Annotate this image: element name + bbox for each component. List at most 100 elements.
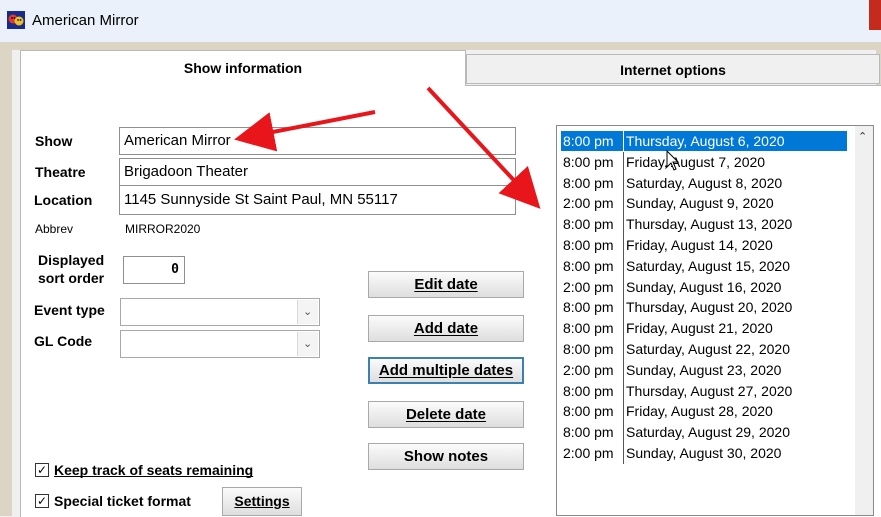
- gl-code-dropdown-button[interactable]: ⌄: [297, 332, 318, 356]
- list-item-date: Sunday, August 16, 2020: [626, 278, 782, 295]
- list-item[interactable]: 2:00 pm Sunday, August 23, 2020: [561, 359, 847, 381]
- event-type-label: Event type: [34, 302, 105, 318]
- list-item[interactable]: 8:00 pm Friday, August 14, 2020: [561, 235, 847, 256]
- list-item-date: Sunday, August 9, 2020: [626, 195, 774, 212]
- event-type-dropdown[interactable]: ⌄: [120, 298, 320, 326]
- list-item[interactable]: 8:00 pm Friday, August 7, 2020: [561, 151, 847, 173]
- list-item-date: Thursday, August 13, 2020: [626, 216, 793, 233]
- check-icon: ✓: [36, 494, 48, 508]
- dates-list-scrollbar[interactable]: ⌃: [855, 126, 873, 515]
- list-item-date: Friday, August 28, 2020: [626, 403, 773, 420]
- special-ticket-label[interactable]: Special ticket format: [54, 493, 191, 509]
- title-bar: American Mirror: [0, 0, 881, 43]
- list-item-time: 2:00 pm: [563, 195, 614, 212]
- column-separator: [623, 235, 624, 256]
- list-item[interactable]: 8:00 pm Saturday, August 29, 2020: [561, 422, 847, 444]
- gl-code-label: GL Code: [34, 333, 93, 349]
- abbrev-value: MIRROR2020: [125, 222, 201, 236]
- column-separator: [623, 214, 624, 236]
- event-type-dropdown-button[interactable]: ⌄: [297, 300, 318, 324]
- list-item-time: 8:00 pm: [563, 403, 614, 420]
- list-item[interactable]: 2:00 pm Sunday, August 30, 2020: [561, 443, 847, 464]
- column-separator: [623, 380, 624, 402]
- keep-track-label[interactable]: Keep track of seats remaining: [54, 462, 253, 478]
- column-separator: [623, 443, 624, 464]
- special-ticket-checkbox[interactable]: ✓: [35, 494, 49, 508]
- list-item[interactable]: 2:00 pm Sunday, August 9, 2020: [561, 193, 847, 215]
- sort-order-field[interactable]: 0: [123, 256, 185, 284]
- show-label: Show: [35, 133, 73, 149]
- list-item-date: Friday, August 21, 2020: [626, 320, 773, 337]
- mouse-cursor-icon: [666, 150, 680, 171]
- list-item-time: 2:00 pm: [563, 445, 614, 461]
- list-item[interactable]: 8:00 pm Thursday, August 13, 2020: [561, 214, 847, 236]
- location-field[interactable]: 1145 Sunnyside St Saint Paul, MN 55117: [119, 185, 516, 215]
- chevron-down-icon: ⌄: [303, 338, 313, 350]
- list-item-date: Friday, August 14, 2020: [626, 237, 773, 253]
- column-separator: [623, 318, 624, 340]
- theater-masks-icon: [7, 11, 25, 29]
- sort-order-label-line2: sort order: [38, 270, 105, 286]
- window-frame-left: [0, 42, 12, 516]
- list-item[interactable]: 8:00 pm Saturday, August 8, 2020: [561, 172, 847, 194]
- column-separator: [623, 131, 624, 152]
- list-item-time: 8:00 pm: [563, 257, 614, 274]
- list-item-time: 8:00 pm: [563, 174, 614, 191]
- list-item[interactable]: 8:00 pm Thursday, August 27, 2020: [561, 380, 847, 402]
- list-item[interactable]: 8:00 pm Thursday, August 6, 2020: [561, 131, 847, 152]
- add-multiple-dates-button[interactable]: Add multiple dates: [368, 357, 524, 384]
- list-item-time: 8:00 pm: [563, 216, 614, 233]
- column-separator: [623, 172, 624, 194]
- list-item[interactable]: 8:00 pm Saturday, August 15, 2020: [561, 255, 847, 277]
- list-item[interactable]: 8:00 pm Saturday, August 22, 2020: [561, 339, 847, 360]
- list-item-time: 8:00 pm: [563, 320, 614, 337]
- list-item-date: Friday, August 7, 2020: [626, 153, 766, 170]
- add-date-button[interactable]: Add date: [368, 315, 524, 342]
- list-item-time: 8:00 pm: [563, 133, 614, 149]
- tab-show-information[interactable]: Show information: [20, 50, 466, 86]
- list-item-time: 8:00 pm: [563, 341, 614, 357]
- chevron-down-icon: ⌄: [303, 306, 313, 318]
- theatre-label: Theatre: [35, 164, 86, 180]
- list-item-time: 2:00 pm: [563, 278, 614, 295]
- list-item-time: 8:00 pm: [563, 299, 614, 316]
- list-item-time: 8:00 pm: [563, 237, 614, 253]
- list-item-date: Saturday, August 8, 2020: [626, 174, 783, 191]
- list-item[interactable]: 2:00 pm Sunday, August 16, 2020: [561, 276, 847, 298]
- column-separator: [623, 193, 624, 215]
- performance-dates-list[interactable]: 8:00 pm Thursday, August 6, 2020 8:00 pm Fr…: [556, 125, 874, 516]
- delete-date-button[interactable]: Delete date: [368, 401, 524, 428]
- column-separator: [623, 359, 624, 381]
- chevron-up-icon[interactable]: ⌃: [858, 130, 867, 143]
- list-item-time: 2:00 pm: [563, 361, 614, 378]
- list-item[interactable]: 8:00 pm Friday, August 21, 2020: [561, 318, 847, 340]
- sort-order-label-line1: Displayed: [38, 252, 105, 268]
- theatre-field[interactable]: Brigadoon Theater: [119, 158, 516, 186]
- tab-internet-options[interactable]: Internet options: [466, 54, 880, 84]
- gl-code-dropdown[interactable]: ⌄: [120, 330, 320, 358]
- column-separator: [623, 276, 624, 298]
- list-item[interactable]: 8:00 pm Friday, August 28, 2020: [561, 401, 847, 423]
- list-item[interactable]: 8:00 pm Thursday, August 20, 2020: [561, 297, 847, 319]
- window-frame-top: [12, 42, 876, 50]
- column-separator: [623, 297, 624, 319]
- list-item-date: Saturday, August 22, 2020: [626, 341, 790, 357]
- list-item-date: Thursday, August 6, 2020: [626, 133, 785, 149]
- abbrev-label: Abbrev: [35, 222, 74, 236]
- show-notes-button[interactable]: Show notes: [368, 443, 524, 470]
- edit-date-button[interactable]: Edit date: [368, 271, 524, 298]
- keep-track-checkbox[interactable]: ✓: [35, 463, 49, 477]
- column-separator: [623, 422, 624, 444]
- check-icon: ✓: [36, 463, 48, 477]
- location-label: Location: [34, 192, 93, 208]
- column-separator: [623, 339, 624, 360]
- list-item-date: Thursday, August 20, 2020: [626, 299, 793, 316]
- column-separator: [623, 151, 624, 173]
- close-window-button[interactable]: [869, 0, 881, 30]
- settings-button[interactable]: Settings: [222, 487, 302, 516]
- show-field[interactable]: American Mirror: [119, 127, 516, 155]
- list-item-date: Thursday, August 27, 2020: [626, 382, 793, 399]
- list-item-date: Saturday, August 29, 2020: [626, 424, 790, 441]
- list-item-date: Sunday, August 23, 2020: [626, 361, 782, 378]
- list-item-time: 8:00 pm: [563, 424, 614, 441]
